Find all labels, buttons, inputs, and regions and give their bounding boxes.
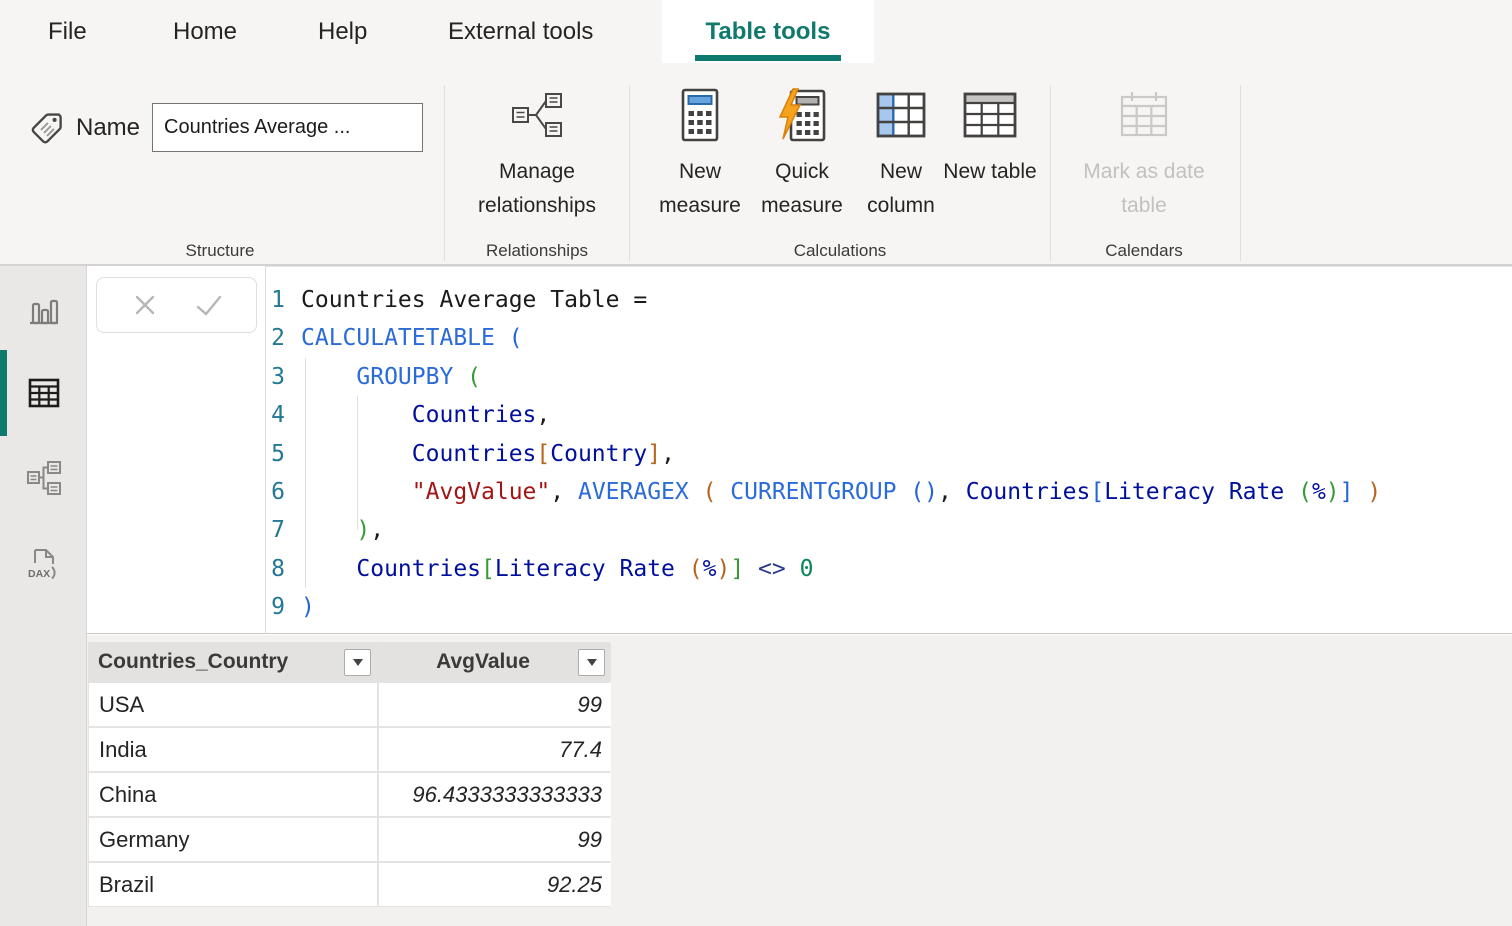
dax-formula-editor[interactable]: 1Countries Average Table =2CALCULATETABL… [265, 266, 1512, 633]
code-line[interactable]: 3 GROUPBY ( [266, 358, 1512, 396]
country-cell[interactable]: USA [89, 683, 377, 726]
table-name-input[interactable] [152, 103, 423, 152]
mark-as-date-table-button: Mark as date table [1069, 83, 1219, 235]
report-view-icon [25, 291, 63, 329]
tag-icon [28, 109, 66, 147]
tab-external-tools[interactable]: External tools [448, 0, 593, 63]
column-header-label: Countries_Country [98, 650, 344, 674]
avg-value-cell[interactable]: 99 [379, 683, 611, 726]
new-measure-button[interactable]: New measure [650, 83, 750, 235]
dax-query-view-icon: DAX [25, 546, 63, 584]
model-view-button[interactable] [25, 459, 63, 497]
avg-value-cell[interactable]: 77.4 [379, 728, 611, 771]
line-number: 9 [266, 588, 285, 626]
report-view-button[interactable] [25, 291, 63, 329]
result-table: Countries_Country AvgValue USA99India77.… [88, 642, 610, 907]
cancel-x-icon [129, 289, 161, 321]
powerbi-data-view-window: File Home Help External tools Table tool… [0, 0, 1512, 926]
code-line[interactable]: 9) [266, 588, 1512, 626]
country-cell[interactable]: China [89, 773, 377, 816]
column-header-countries-country[interactable]: Countries_Country [89, 643, 377, 681]
column-filter-dropdown[interactable] [578, 649, 605, 676]
quick-measure-button[interactable]: Quick measure [752, 83, 852, 235]
dropdown-arrow-icon [587, 659, 597, 666]
country-cell[interactable]: Brazil [89, 863, 377, 906]
line-number: 4 [266, 396, 285, 434]
view-sidebar: DAX [0, 266, 87, 926]
column-filter-dropdown[interactable] [344, 649, 371, 676]
line-number: 7 [266, 511, 285, 549]
mark-as-date-table-label: Mark as date table [1069, 155, 1219, 223]
line-number: 2 [266, 319, 285, 357]
quick-measure-icon [774, 83, 830, 147]
ribbon: Name Structure Manage relationships Rela… [0, 63, 1512, 266]
new-column-icon [875, 83, 927, 147]
manage-relationships-button[interactable]: Manage relationships [462, 83, 612, 235]
new-column-button[interactable]: New column [851, 83, 951, 235]
tab-table-tools[interactable]: Table tools [662, 0, 874, 63]
new-table-icon [962, 83, 1018, 147]
dropdown-arrow-icon [353, 659, 363, 666]
data-view-region: Countries_Country AvgValue USA99India77.… [87, 635, 1512, 926]
formula-bar-region: 1Countries Average Table =2CALCULATETABL… [87, 266, 1512, 634]
data-view-icon [25, 374, 63, 412]
code-line[interactable]: 5 Countries[Country], [266, 435, 1512, 473]
line-number: 1 [266, 281, 285, 319]
commit-formula-button[interactable] [192, 288, 226, 322]
checkmark-icon [192, 289, 226, 321]
column-header-avgvalue[interactable]: AvgValue [379, 643, 611, 681]
avg-value-cell[interactable]: 99 [379, 818, 611, 861]
avg-value-cell[interactable]: 96.4333333333333 [379, 773, 611, 816]
code-line[interactable]: 1Countries Average Table = [266, 281, 1512, 319]
svg-text:DAX: DAX [28, 568, 50, 580]
group-label-calculations: Calculations [740, 241, 940, 261]
code-line[interactable]: 7 ), [266, 511, 1512, 549]
new-column-label: New column [851, 155, 951, 223]
column-header-label: AvgValue [388, 650, 578, 674]
ribbon-tab-bar: File Home Help External tools Table tool… [0, 0, 1512, 63]
avg-value-cell[interactable]: 92.25 [379, 863, 611, 906]
line-number: 3 [266, 358, 285, 396]
name-field-label: Name [76, 114, 140, 142]
tab-home[interactable]: Home [173, 0, 237, 63]
manage-relationships-icon [510, 83, 564, 147]
code-line[interactable]: 8 Countries[Literacy Rate (%)] <> 0 [266, 550, 1512, 588]
new-measure-label: New measure [650, 155, 750, 223]
new-measure-icon [679, 83, 721, 147]
tab-help[interactable]: Help [318, 0, 367, 63]
model-view-icon [25, 459, 63, 497]
formula-commit-group [96, 277, 257, 333]
ribbon-separator [629, 85, 630, 261]
country-cell[interactable]: Germany [89, 818, 377, 861]
group-label-relationships: Relationships [462, 241, 612, 261]
cancel-formula-button[interactable] [128, 288, 162, 322]
dax-query-view-button[interactable]: DAX [25, 546, 63, 584]
quick-measure-label: Quick measure [752, 155, 852, 223]
data-view-button[interactable] [25, 374, 63, 412]
ribbon-separator [1050, 85, 1051, 261]
ribbon-separator [1240, 85, 1241, 261]
group-label-calendars: Calendars [1069, 241, 1219, 261]
new-table-button[interactable]: New table [940, 83, 1040, 235]
line-number: 6 [266, 473, 285, 511]
new-table-label: New table [943, 155, 1036, 189]
manage-relationships-label: Manage relationships [462, 155, 612, 223]
mark-as-date-table-icon [1117, 83, 1171, 147]
ribbon-separator [444, 85, 445, 261]
line-number: 5 [266, 435, 285, 473]
code-line[interactable]: 4 Countries, [266, 396, 1512, 434]
dax-code: 1Countries Average Table =2CALCULATETABL… [266, 281, 1512, 627]
line-number: 8 [266, 550, 285, 588]
country-cell[interactable]: India [89, 728, 377, 771]
code-line[interactable]: 2CALCULATETABLE ( [266, 319, 1512, 357]
tab-file[interactable]: File [48, 0, 87, 63]
group-label-structure: Structure [150, 241, 290, 261]
active-view-indicator [0, 350, 7, 436]
code-line[interactable]: 6 "AvgValue", AVERAGEX ( CURRENTGROUP ()… [266, 473, 1512, 511]
